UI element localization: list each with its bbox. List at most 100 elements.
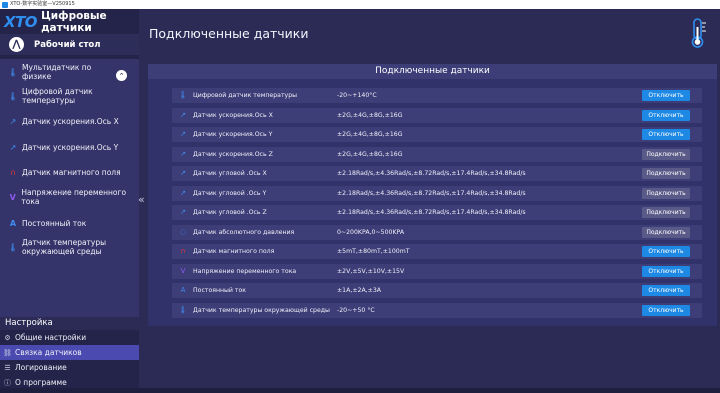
connected-sensors-panel: Подключенные датчики 🌡 Цифровой датчик те… bbox=[148, 64, 717, 326]
dc-current-icon: A bbox=[9, 218, 17, 228]
settings-item-label: Логирование bbox=[15, 363, 67, 372]
home-icon: ⋀ bbox=[9, 37, 24, 52]
sensor-name: Датчик ускорения.Ось Y bbox=[193, 131, 273, 138]
thermometer-icon: 🌡 bbox=[178, 305, 188, 314]
sensor-name: Датчик магнитного поля bbox=[193, 248, 275, 255]
settings-item-general[interactable]: ⚙ Общие настройки bbox=[0, 330, 139, 345]
connect-button[interactable]: Подключить bbox=[642, 148, 690, 160]
sensor-row: ↗ Датчик ускорения.Ось X ±2G,±4G,±8G,±16G О… bbox=[172, 107, 702, 123]
sensor-name: Датчик абсолютного давления bbox=[193, 228, 295, 236]
sidebar-item-multisensor[interactable]: 🌡 Мультидатчик по физике ⌃ bbox=[0, 63, 139, 81]
sidebar-item-label: Датчик ускорения.Ось X bbox=[22, 116, 119, 126]
sensor-row: ∩ Датчик магнитного поля ±5mT,±80mT,±100mT… bbox=[172, 244, 702, 259]
sidebar: XTO Цифровые датчики ⋀ Рабочий стол 🌡 Му… bbox=[0, 9, 139, 393]
window-title: XTO-数字实验室—V250915 bbox=[10, 1, 75, 7]
connect-button[interactable]: Подключить bbox=[642, 226, 690, 238]
sidebar-item-temperature[interactable]: 🌡 Цифровой датчик температуры bbox=[0, 87, 139, 105]
title-bar: XTO-数字实验室—V250915 bbox=[0, 0, 720, 9]
sensor-row: ↗ Датчик угловой .Ось X ±2.18Rad/s,±4.36Ra… bbox=[172, 166, 702, 181]
brand: XTO Цифровые датчики bbox=[0, 9, 139, 34]
sensor-name: Датчик ускорения.Ось X bbox=[193, 111, 273, 119]
disconnect-button[interactable]: Отключить bbox=[642, 285, 690, 296]
accelerometer-icon: ↗ bbox=[9, 116, 17, 126]
disconnect-button[interactable]: Отключить bbox=[642, 129, 690, 140]
sensor-row: 🌡 Датчик температуры окружающей среды -20~… bbox=[172, 302, 702, 318]
main-content: Подключенные датчики Подключенные датчик… bbox=[139, 9, 720, 393]
sensor-range: ±2G,±4G,±8G,±16G bbox=[337, 131, 403, 138]
collapse-icon[interactable]: ⌃ bbox=[116, 70, 127, 81]
settings-item-sensor-link[interactable]: ⛓ Связка датчиков bbox=[0, 345, 139, 360]
sidebar-item-dc-current[interactable]: A Постоянный ток bbox=[0, 215, 139, 231]
sidebar-item-label: Мультидатчик по физике bbox=[22, 63, 92, 81]
thermometer-icon: 🌡 bbox=[8, 91, 19, 101]
settings-item-label: Общие настройки bbox=[15, 333, 87, 342]
thermometer-icon: 🌡 bbox=[8, 242, 19, 252]
sensor-range: ±2.18Rad/s,±4.36Rad/s,±8.72Rad/s,±17.4Ra… bbox=[337, 209, 526, 216]
pressure-icon: ◌ bbox=[179, 227, 187, 236]
panel-title: Подключенные датчики bbox=[148, 64, 717, 79]
brand-logo: XTO bbox=[4, 12, 38, 31]
accelerometer-icon: ↗ bbox=[180, 130, 186, 138]
sensor-range: -20~+50 °C bbox=[337, 306, 375, 314]
disconnect-button[interactable]: Отключить bbox=[642, 90, 690, 101]
sensor-range: ±2.18Rad/s,±4.36Rad/s,±8.72Rad/s,±17.4Ra… bbox=[337, 189, 526, 197]
disconnect-button[interactable]: Отключить bbox=[642, 109, 690, 121]
sensor-name: Датчик ускорения.Ось Z bbox=[193, 150, 273, 158]
sidebar-item-ambient-temperature[interactable]: 🌡 Датчик температуры окружающей среды bbox=[0, 237, 139, 257]
accelerometer-icon: ↗ bbox=[180, 110, 186, 119]
sidebar-item-magnetic[interactable]: ∩ Датчик магнитного поля bbox=[0, 164, 139, 180]
sidebar-item-ac-voltage[interactable]: V Напряжение переменного тока bbox=[0, 188, 139, 206]
thermometer-icon bbox=[691, 18, 706, 48]
info-icon: ⓘ bbox=[4, 378, 11, 387]
dc-current-icon: A bbox=[180, 286, 186, 294]
disconnect-button[interactable]: Отключить bbox=[642, 265, 690, 277]
thermometer-icon: 🌡 bbox=[8, 67, 19, 77]
gyroscope-icon: ↗ bbox=[180, 169, 186, 177]
sensor-name: Датчик угловой .Ось Y bbox=[193, 189, 267, 197]
settings-item-label: Связка датчиков bbox=[15, 348, 82, 357]
magnet-icon: ∩ bbox=[10, 167, 16, 177]
sidebar-item-label: Напряжение переменного тока bbox=[21, 188, 127, 206]
accelerometer-icon: ↗ bbox=[9, 142, 17, 152]
sensor-row: 🌡 Цифровой датчик температуры -20~+140°C От… bbox=[172, 88, 702, 103]
sidebar-item-accel-x[interactable]: ↗ Датчик ускорения.Ось X bbox=[0, 113, 139, 129]
sensor-range: 0~200KPA,0~500KPA bbox=[337, 228, 405, 236]
sensor-name: Постоянный ток bbox=[193, 287, 247, 294]
sensor-row: ↗ Датчик угловой .Ось Z ±2.18Rad/s,±4.36Ra… bbox=[172, 205, 702, 220]
sidebar-home-label: Рабочий стол bbox=[34, 39, 101, 50]
sensor-row: ↗ Датчик ускорения.Ось Z ±2G,±4G,±8G,±16G П… bbox=[172, 146, 702, 162]
sidebar-home[interactable]: ⋀ Рабочий стол bbox=[0, 34, 139, 56]
connect-button[interactable]: Подключить bbox=[642, 207, 690, 218]
sidebar-item-label: Датчик ускорения.Ось Y bbox=[22, 142, 119, 152]
disconnect-button[interactable]: Отключить bbox=[642, 246, 690, 257]
ac-voltage-icon: V bbox=[9, 192, 16, 202]
connect-button[interactable]: Подключить bbox=[642, 187, 690, 199]
link-icon: ⛓ bbox=[3, 348, 12, 357]
sensor-row: A Постоянный ток ±1A,±2A,±3A Отключить bbox=[172, 283, 702, 298]
settings-item-logging[interactable]: ☰ Логирование bbox=[0, 360, 139, 375]
sensor-row: ↗ Датчик ускорения.Ось Y ±2G,±4G,±8G,±16G О… bbox=[172, 127, 702, 142]
sensor-range: ±2.18Rad/s,±4.36Rad/s,±8.72Rad/s,±17.4Ra… bbox=[337, 170, 526, 177]
sensor-row: ◌ Датчик абсолютного давления 0~200KPA,0~5… bbox=[172, 224, 702, 240]
sidebar-item-label: Цифровой датчик температуры bbox=[22, 87, 93, 105]
page-title: Подключенные датчики bbox=[149, 26, 309, 41]
sensor-range: ±2V,±5V,±10V,±15V bbox=[337, 267, 405, 275]
disconnect-button[interactable]: Отключить bbox=[642, 304, 690, 316]
sensor-range: ±1A,±2A,±3A bbox=[337, 287, 381, 294]
brand-name: Цифровые датчики bbox=[41, 9, 107, 34]
sidebar-item-accel-y[interactable]: ↗ Датчик ускорения.Ось Y bbox=[0, 139, 139, 155]
sensor-list: 🌡 Мультидатчик по физике ⌃ 🌡 Цифровой да… bbox=[0, 59, 139, 319]
sensor-range: ±5mT,±80mT,±100mT bbox=[337, 248, 410, 255]
connect-button[interactable]: Подключить bbox=[642, 168, 690, 179]
gear-icon: ⚙ bbox=[4, 333, 11, 342]
sensor-row: ↗ Датчик угловой .Ось Y ±2.18Rad/s,±4.36Ra… bbox=[172, 185, 702, 201]
gyroscope-icon: ↗ bbox=[180, 188, 186, 197]
settings-list: ⚙ Общие настройки ⛓ Связка датчиков ☰ Ло… bbox=[0, 330, 139, 390]
thermometer-icon: 🌡 bbox=[178, 91, 188, 99]
magnet-icon: ∩ bbox=[180, 247, 186, 255]
sensor-name: Датчик угловой .Ось X bbox=[193, 170, 267, 177]
sensor-name: Цифровой датчик температуры bbox=[193, 92, 298, 99]
sensor-range: ±2G,±4G,±8G,±16G bbox=[337, 150, 403, 158]
app-icon bbox=[2, 1, 8, 8]
log-icon: ☰ bbox=[4, 363, 11, 372]
